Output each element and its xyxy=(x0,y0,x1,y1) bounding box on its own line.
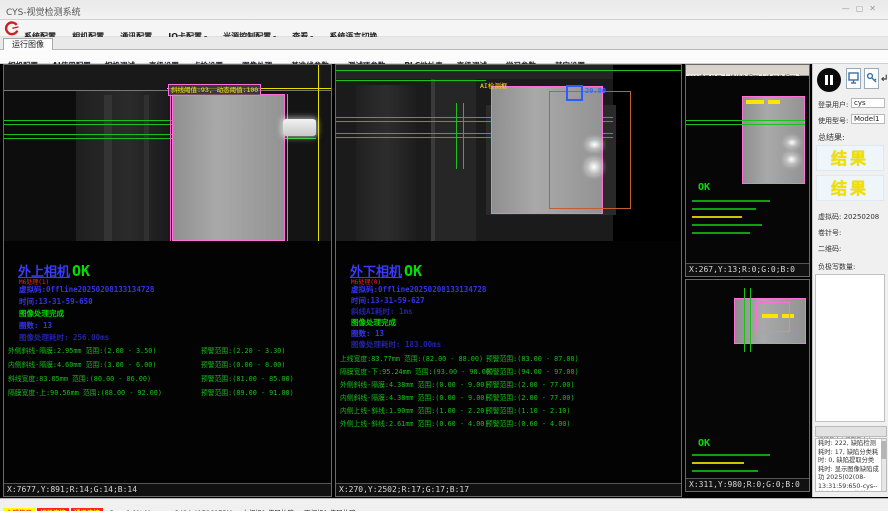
window-footer-space xyxy=(0,511,888,522)
status-ok: OK xyxy=(72,262,90,280)
window-controls: —▢✕ xyxy=(842,4,882,13)
warn-range: 预警范围:(2.20 - 3.30) xyxy=(201,345,285,355)
return-arrow-icon xyxy=(881,73,888,85)
coordinate-readout-small-top: X:267,Y:13;R:0;G:0;B:0 xyxy=(686,263,809,276)
tab-strip: 运行图像 xyxy=(0,37,888,50)
elapsed-line: 图像处理耗时: 256.00ms xyxy=(19,332,109,343)
camera-image-upper[interactable]: 斜线阈值:93, 动态阈值:100 xyxy=(4,65,331,241)
camera-panel-upper: 斜线阈值:93, 动态阈值:100 外上相机OK M6处理(1) 虚拟码:0ff… xyxy=(3,64,332,497)
result-display-upper: 结果 xyxy=(816,145,884,171)
monitor-icon xyxy=(848,72,859,85)
menu-bar: 系统配置 相机配置 通讯配置 IO卡配置▾ 光源控制配置▾ 查看▾ 系统语言切换 xyxy=(0,20,888,37)
key-button[interactable] xyxy=(864,68,879,89)
threshold-overlay-label: 斜线阈值:93, 动态阈值:100 xyxy=(168,84,261,96)
pause-button[interactable] xyxy=(817,68,841,92)
ai-roi-label: AI检测框 xyxy=(478,81,509,91)
virtual-code-value: 20250208 xyxy=(844,213,880,221)
login-user-label: 登录用户: xyxy=(818,100,848,110)
app-window: CYS-视觉检测系统 —▢✕ 系统配置 相机配置 通讯配置 IO卡配置▾ 光源控… xyxy=(0,0,888,522)
status-ok: OK xyxy=(698,182,710,193)
measure-value: 隔膜宽度-下:95.24mm 范围:(93.00 - 98.00) xyxy=(340,366,494,376)
log-text: 耗时: 222, 缺陷检测耗时: 17, 缺陷分类耗时: 0, 缺陷提取分类耗时… xyxy=(818,440,879,492)
warn-range: 预警范围:(2.00 - 77.00) xyxy=(486,379,575,389)
measure-value: 斜线宽度:83.05mm 范围:(80.00 - 86.00) xyxy=(8,373,151,383)
minimize-icon[interactable]: — xyxy=(842,4,856,13)
camera-image-small-top[interactable]: OK xyxy=(686,76,809,264)
turns-line: 圈数: 13 xyxy=(19,320,52,331)
process-done-line: 图像处理完成 xyxy=(19,308,64,319)
model-value[interactable]: Model1 xyxy=(851,114,885,124)
camera-image-lower[interactable]: 20.80 AI检测框 xyxy=(336,65,681,241)
ai-elapsed-line: 斜线AI耗时: 1ms xyxy=(351,306,413,317)
turns-line: 圈数: 13 xyxy=(351,328,384,339)
coordinate-readout-small-bottom: X:311,Y:980;R:0;G:0;B:0 xyxy=(686,478,809,491)
detect-roi-blue xyxy=(566,85,583,101)
tab-run-image[interactable]: 运行图像 xyxy=(3,38,53,50)
status-ok: OK xyxy=(698,438,710,449)
info-listbox[interactable] xyxy=(815,274,885,422)
model-label: 使用型号: xyxy=(818,116,848,126)
toolbar: 相机配置 AI使用配置 相机调试 高级设置 点检设置▾ 图像处理▾ 基准线参数▾… xyxy=(0,50,888,64)
monitor-button[interactable] xyxy=(846,68,861,89)
camera-panel-small-top: M6成果显示排线角视图收尾角视图 OK X:267,Y:13;R:0;G:0;B… xyxy=(685,64,810,277)
mini-tab-strip: M6成果显示排线角视图收尾角视图 xyxy=(686,65,809,76)
warn-range: 预警范围:(0.60 - 4.00) xyxy=(486,418,570,428)
time-line: 时间:13-31-59-650 xyxy=(19,296,93,307)
log-scrollbar[interactable] xyxy=(881,439,886,491)
status-bar: 心跳信号相机连接通讯连接Cpu: 0.0% Memory: 3424.41796… xyxy=(0,498,888,511)
measure-value: 内侧斜线-隔膜:4.38mm 范围:(0.00 - 9.00) xyxy=(340,392,489,402)
main-area: 斜线阈值:93, 动态阈值:100 外上相机OK M6处理(1) 虚拟码:0ff… xyxy=(0,64,888,498)
measure-value: 内侧斜线-隔膜:4.60mm 范围:(3.00 - 6.00) xyxy=(8,359,157,369)
login-user-value[interactable]: cys xyxy=(851,98,885,108)
elapsed-line: 图像处理耗时: 183.00ms xyxy=(351,339,441,350)
warn-range: 预警范围:(2.00 - 77.00) xyxy=(486,392,575,402)
warn-range: 预警范围:(83.00 - 87.00) xyxy=(486,353,579,363)
camera-panel-small-bottom: OK X:311,Y:980;R:0;G:0;B:0 xyxy=(685,279,810,492)
virtual-code-label: 虚拟码: 20250208 xyxy=(818,212,879,222)
status-ok: OK xyxy=(404,262,422,280)
process-done-line: 图像处理完成 xyxy=(351,317,396,328)
window-title: CYS-视觉检测系统 xyxy=(6,5,81,18)
virtual-code-line: 虚拟码:0ffline20250208133134728 xyxy=(19,284,154,295)
return-button[interactable] xyxy=(881,68,888,89)
control-sidebar: 登录用户: cys 使用型号: Model1 总结果: 结果 结果 虚拟码: 2… xyxy=(812,64,888,497)
warn-range: 预警范围:(0.00 - 8.00) xyxy=(201,359,285,369)
blue-roi-value: 20.80 xyxy=(585,87,606,95)
separator-film-region xyxy=(172,94,285,241)
maximize-icon[interactable]: ▢ xyxy=(856,4,870,13)
camera-image-small-bottom[interactable]: OK xyxy=(686,280,809,478)
qr-code-label: 二维码: xyxy=(818,244,841,254)
anode-count-label: 负极写数量: xyxy=(818,262,855,272)
warn-range: 预警范围:(1.10 - 2.10) xyxy=(486,405,570,415)
total-result-label: 总结果: xyxy=(818,132,845,143)
coordinate-readout-upper: X:7677,Y:891;R:14;G:14;B:14 xyxy=(4,483,331,496)
measure-value: 上线宽度:83.77mm 范围:(82.00 - 88.00) xyxy=(340,353,483,363)
title-bar: CYS-视觉检测系统 —▢✕ xyxy=(0,0,888,20)
virtual-code-line: 虚拟码:0ffline20250208133134728 xyxy=(351,284,486,295)
warn-range: 预警范围:(89.00 - 91.00) xyxy=(201,387,294,397)
close-icon[interactable]: ✕ xyxy=(869,4,882,13)
measure-value: 外侧斜线-隔膜:4.38mm 范围:(0.00 - 9.00) xyxy=(340,379,489,389)
coordinate-readout-lower: X:270,Y:2502;R:17;G:17;B:17 xyxy=(336,483,681,496)
measure-value: 隔膜宽度-上:90.56mm 范围:(88.00 - 92.00) xyxy=(8,387,162,397)
measure-value: 内侧上线-斜线:1.90mm 范围:(1.00 - 2.20) xyxy=(340,405,489,415)
app-logo-icon xyxy=(4,21,19,36)
warn-range: 预警范围:(81.00 - 85.00) xyxy=(201,373,294,383)
result-display-lower: 结果 xyxy=(816,175,884,201)
camera-panel-lower: 20.80 AI检测框 外下相机OK M6处理(0) 虚拟码:0ffline20… xyxy=(335,64,682,497)
needle-number-label: 卷针号: xyxy=(818,228,841,238)
time-line: 时间:13-31-59-627 xyxy=(351,295,425,306)
log-textbox[interactable]: 耗时: 222, 缺陷检测耗时: 17, 缺陷分类耗时: 0, 缺陷提取分类耗时… xyxy=(815,438,887,492)
measure-value: 外侧上线-斜线:2.61mm 范围:(0.60 - 4.00) xyxy=(340,418,489,428)
label-text: 虚拟码: xyxy=(818,213,841,221)
warn-range: 预警范围:(94.00 - 97.00) xyxy=(486,366,579,376)
nozzle-part xyxy=(283,119,316,136)
log-tab-strip: 运行日志设置日志维护日志 xyxy=(815,426,887,437)
detect-roi-orange xyxy=(549,91,631,209)
measure-value: 外侧斜线-隔膜:2.95mm 范围:(2.00 - 3.50) xyxy=(8,345,157,355)
key-icon xyxy=(866,72,878,85)
